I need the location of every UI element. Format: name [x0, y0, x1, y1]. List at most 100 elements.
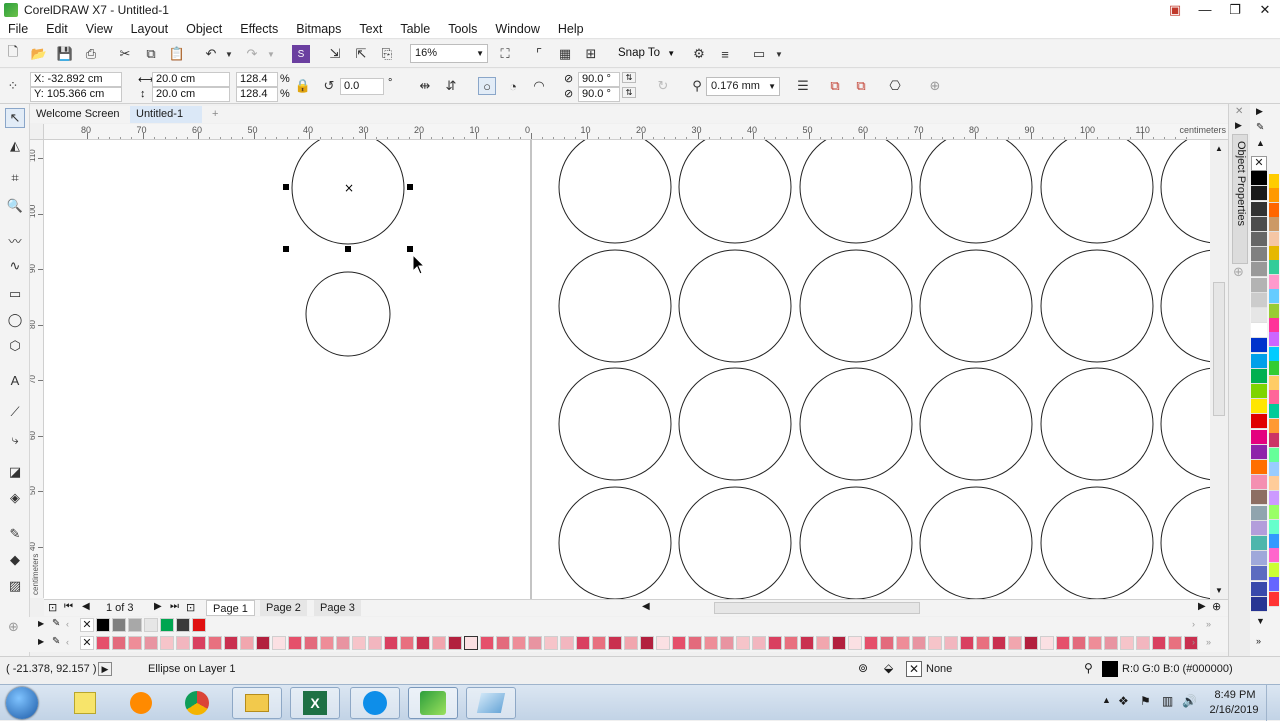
- menu-bitmaps[interactable]: Bitmaps: [287, 22, 350, 36]
- page-tab-3[interactable]: Page 3: [314, 600, 361, 616]
- palette-color-swatch[interactable]: [1251, 520, 1267, 536]
- color-swatch[interactable]: [1040, 636, 1054, 650]
- grid-circle[interactable]: [1160, 140, 1210, 244]
- palette-color-swatch[interactable]: [1269, 519, 1279, 535]
- palette-color-swatch[interactable]: [1269, 332, 1279, 348]
- grid-circle[interactable]: [1040, 140, 1154, 244]
- page-tab-2[interactable]: Page 2: [260, 600, 307, 616]
- palette-expand-icon[interactable]: ▶: [38, 619, 44, 628]
- palette-color-swatch[interactable]: [1251, 171, 1267, 187]
- palette-color-swatch[interactable]: [1251, 368, 1267, 384]
- volume-tray-icon[interactable]: 🔊: [1182, 694, 1197, 708]
- swatch-green[interactable]: [160, 618, 174, 632]
- swatch-gray[interactable]: [112, 618, 126, 632]
- palette-color-swatch[interactable]: [1251, 596, 1267, 612]
- ellipse[interactable]: [305, 271, 391, 357]
- palette-color-swatch[interactable]: [1269, 505, 1279, 521]
- color-swatch[interactable]: [272, 636, 286, 650]
- previous-page-icon[interactable]: ◀: [82, 601, 90, 612]
- palette-color-swatch[interactable]: [1269, 346, 1279, 362]
- import-icon[interactable]: ⇲: [326, 45, 344, 63]
- close-button[interactable]: ✕: [1250, 0, 1280, 19]
- redo-icon[interactable]: ↷: [243, 45, 261, 63]
- color-swatch[interactable]: [304, 636, 318, 650]
- palette-color-swatch[interactable]: [1269, 318, 1279, 333]
- connector-tool-icon[interactable]: ⤷: [5, 430, 25, 450]
- redo-dropdown-icon[interactable]: ▼: [262, 45, 280, 63]
- palette-color-swatch[interactable]: [1269, 591, 1279, 607]
- menu-window[interactable]: Window: [486, 22, 548, 36]
- add-palette-icon[interactable]: ⊕: [8, 619, 19, 635]
- menu-help[interactable]: Help: [549, 22, 593, 36]
- color-swatch[interactable]: [464, 636, 478, 650]
- color-swatch[interactable]: [496, 636, 510, 650]
- palette-color-swatch[interactable]: [1251, 444, 1267, 460]
- color-swatch[interactable]: [1168, 636, 1182, 650]
- palette-color-swatch[interactable]: [1251, 566, 1267, 582]
- color-swatch[interactable]: [1072, 636, 1086, 650]
- freehand-tool-icon[interactable]: 〰: [5, 230, 25, 250]
- vertical-scrollbar[interactable]: ▲ ▼: [1210, 140, 1228, 599]
- pie-mode-icon[interactable]: ◔: [504, 77, 522, 95]
- add-tab-button[interactable]: +: [206, 106, 224, 123]
- save-icon[interactable]: 💾: [56, 45, 74, 63]
- color-swatch[interactable]: [352, 636, 366, 650]
- palette-color-swatch[interactable]: [1251, 536, 1267, 551]
- palette-color-swatch[interactable]: [1251, 323, 1267, 339]
- rectangle-tool-icon[interactable]: ▭: [5, 284, 25, 304]
- palette-color-swatch[interactable]: [1251, 262, 1267, 278]
- color-swatch[interactable]: [944, 636, 958, 650]
- new-document-icon[interactable]: 🗋: [4, 44, 22, 63]
- palette-color-swatch[interactable]: [1269, 562, 1279, 578]
- color-swatch[interactable]: [736, 636, 750, 650]
- palette-color-swatch[interactable]: [1269, 274, 1279, 290]
- mirror-horizontal-icon[interactable]: ⇹: [416, 77, 434, 95]
- color-swatch[interactable]: [1056, 636, 1070, 650]
- horizontal-ruler[interactable]: 80 70 60 50 40 30 20 10 0 10 20 30 40 50 60 70 80 90 100 11…: [44, 124, 1228, 140]
- palette-scroll-right-icon[interactable]: ›: [1192, 637, 1195, 647]
- color-swatch[interactable]: [1152, 636, 1166, 650]
- palette-color-swatch[interactable]: [1251, 186, 1267, 202]
- color-swatch[interactable]: [400, 636, 414, 650]
- palette-top-icon[interactable]: ▶: [1256, 106, 1263, 117]
- color-swatch[interactable]: [592, 636, 606, 650]
- menu-object[interactable]: Object: [177, 22, 231, 36]
- swatch-black[interactable]: [96, 618, 110, 632]
- grid-circle[interactable]: [1040, 486, 1154, 599]
- width-field[interactable]: 20.0 cm: [152, 72, 230, 87]
- palette-color-swatch[interactable]: [1251, 384, 1267, 399]
- copy-icon[interactable]: ⧉: [142, 45, 160, 63]
- palette-color-swatch[interactable]: [1269, 289, 1279, 305]
- menu-layout[interactable]: Layout: [122, 22, 178, 36]
- palette-color-swatch[interactable]: [1269, 174, 1279, 189]
- to-front-icon[interactable]: ⧉: [826, 77, 844, 95]
- palette-color-swatch[interactable]: [1269, 462, 1279, 477]
- options-icon[interactable]: ⚙: [690, 45, 708, 63]
- network-tray-icon[interactable]: ▥: [1162, 694, 1173, 708]
- search-content-icon[interactable]: S: [292, 45, 310, 63]
- taskbar-media-player[interactable]: [116, 687, 166, 719]
- color-swatch[interactable]: [208, 636, 222, 650]
- dropbox-tray-icon[interactable]: ❖: [1118, 694, 1129, 708]
- palette-eyedropper-icon[interactable]: ✎: [52, 618, 60, 629]
- color-swatch[interactable]: [1184, 636, 1198, 650]
- palette-color-swatch[interactable]: [1251, 490, 1267, 506]
- palette-color-swatch[interactable]: [1269, 548, 1279, 564]
- palette-options-icon[interactable]: »: [1206, 637, 1211, 647]
- selection-handle[interactable]: [345, 246, 351, 252]
- tab-untitled-1[interactable]: Untitled-1: [130, 106, 202, 123]
- grid-circle[interactable]: [558, 367, 672, 481]
- paste-icon[interactable]: 📋: [168, 45, 186, 63]
- add-page-before-icon[interactable]: ⊡: [48, 601, 57, 614]
- color-swatch[interactable]: [624, 636, 638, 650]
- show-hidden-icons[interactable]: ▲: [1102, 695, 1111, 705]
- zoom-navigator-icon[interactable]: ⊕: [1212, 600, 1221, 613]
- x-position-field[interactable]: X: -32.892 cm: [30, 72, 122, 87]
- grid-circle[interactable]: [919, 367, 1033, 481]
- zoom-tool-icon[interactable]: 🔍: [5, 196, 25, 216]
- color-swatch[interactable]: [928, 636, 942, 650]
- palette-color-swatch[interactable]: [1251, 551, 1267, 567]
- palette-scroll-left-icon[interactable]: ‹: [66, 637, 69, 647]
- color-swatch[interactable]: [672, 636, 686, 650]
- publish-pdf-icon[interactable]: ⎘: [378, 45, 396, 63]
